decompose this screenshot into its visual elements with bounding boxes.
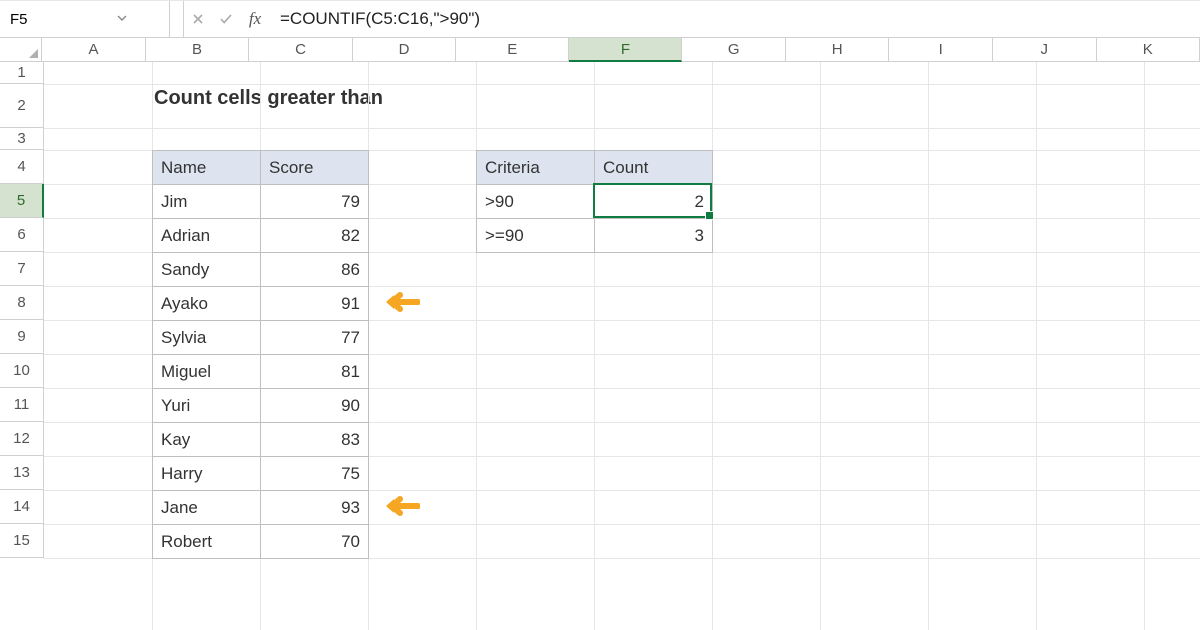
arrow-left-icon xyxy=(380,291,420,317)
table-cell-criteria[interactable]: >90 xyxy=(477,185,595,219)
column-header-K[interactable]: K xyxy=(1097,38,1200,61)
column-header-B[interactable]: B xyxy=(146,38,250,61)
row-header-13[interactable]: 13 xyxy=(0,456,44,490)
name-score-table: NameScoreJim79Adrian82Sandy86Ayako91Sylv… xyxy=(152,150,369,559)
table-cell-name[interactable]: Jim xyxy=(153,185,261,219)
arrow-left-icon xyxy=(380,495,420,521)
formula-input[interactable] xyxy=(270,1,1200,37)
table-cell-score[interactable]: 70 xyxy=(261,525,369,559)
row-header-9[interactable]: 9 xyxy=(0,320,44,354)
spreadsheet-grid[interactable]: ABCDEFGHIJK 123456789101112131415 Count … xyxy=(0,38,1200,630)
table-cell-count[interactable]: 3 xyxy=(595,219,713,253)
table-cell-count[interactable]: 2 xyxy=(595,185,713,219)
table-cell-score[interactable]: 79 xyxy=(261,185,369,219)
row-header-2[interactable]: 2 xyxy=(0,84,44,128)
row-header-12[interactable]: 12 xyxy=(0,422,44,456)
table-cell-score[interactable]: 75 xyxy=(261,457,369,491)
name-box[interactable] xyxy=(10,11,110,28)
table-cell-name[interactable]: Yuri xyxy=(153,389,261,423)
column-header-I[interactable]: I xyxy=(889,38,993,61)
row-header-15[interactable]: 15 xyxy=(0,524,44,558)
column-header-H[interactable]: H xyxy=(786,38,890,61)
chevron-down-icon[interactable] xyxy=(110,12,134,27)
table-cell-score[interactable]: 77 xyxy=(261,321,369,355)
column-header-E[interactable]: E xyxy=(456,38,569,61)
table-header: Name xyxy=(153,151,261,185)
row-header-5[interactable]: 5 xyxy=(0,184,44,218)
row-header-10[interactable]: 10 xyxy=(0,354,44,388)
accept-icon[interactable] xyxy=(212,1,240,37)
row-header-8[interactable]: 8 xyxy=(0,286,44,320)
table-cell-score[interactable]: 93 xyxy=(261,491,369,525)
column-header-C[interactable]: C xyxy=(249,38,353,61)
table-cell-name[interactable]: Adrian xyxy=(153,219,261,253)
row-header-7[interactable]: 7 xyxy=(0,252,44,286)
table-header: Score xyxy=(261,151,369,185)
table-cell-name[interactable]: Harry xyxy=(153,457,261,491)
cells-area[interactable]: Count cells greater than NameScoreJim79A… xyxy=(44,62,1200,630)
row-headers: 123456789101112131415 xyxy=(0,62,44,630)
table-cell-name[interactable]: Ayako xyxy=(153,287,261,321)
table-cell-name[interactable]: Kay xyxy=(153,423,261,457)
criteria-count-table: CriteriaCount>902>=903 xyxy=(476,150,713,253)
row-header-6[interactable]: 6 xyxy=(0,218,44,252)
select-all-corner[interactable] xyxy=(0,38,42,61)
table-cell-score[interactable]: 81 xyxy=(261,355,369,389)
table-cell-name[interactable]: Sylvia xyxy=(153,321,261,355)
table-header: Criteria xyxy=(477,151,595,185)
column-header-F[interactable]: F xyxy=(569,38,682,62)
column-header-J[interactable]: J xyxy=(993,38,1097,61)
row-header-14[interactable]: 14 xyxy=(0,490,44,524)
row-header-4[interactable]: 4 xyxy=(0,150,44,184)
column-headers: ABCDEFGHIJK xyxy=(0,38,1200,62)
fx-icon[interactable]: fx xyxy=(240,1,270,37)
table-cell-criteria[interactable]: >=90 xyxy=(477,219,595,253)
table-cell-name[interactable]: Sandy xyxy=(153,253,261,287)
table-cell-score[interactable]: 90 xyxy=(261,389,369,423)
row-header-3[interactable]: 3 xyxy=(0,128,44,150)
table-cell-name[interactable]: Jane xyxy=(153,491,261,525)
column-header-G[interactable]: G xyxy=(682,38,786,61)
divider xyxy=(170,1,184,37)
name-box-container xyxy=(0,1,170,37)
table-cell-name[interactable]: Robert xyxy=(153,525,261,559)
row-header-1[interactable]: 1 xyxy=(0,62,44,84)
row-header-11[interactable]: 11 xyxy=(0,388,44,422)
formula-bar: fx xyxy=(0,0,1200,38)
column-header-A[interactable]: A xyxy=(42,38,146,61)
cancel-icon[interactable] xyxy=(184,1,212,37)
table-cell-score[interactable]: 82 xyxy=(261,219,369,253)
table-cell-score[interactable]: 86 xyxy=(261,253,369,287)
table-cell-score[interactable]: 91 xyxy=(261,287,369,321)
table-cell-name[interactable]: Miguel xyxy=(153,355,261,389)
table-header: Count xyxy=(595,151,713,185)
table-cell-score[interactable]: 83 xyxy=(261,423,369,457)
page-title: Count cells greater than xyxy=(154,87,383,110)
column-header-D[interactable]: D xyxy=(353,38,457,61)
